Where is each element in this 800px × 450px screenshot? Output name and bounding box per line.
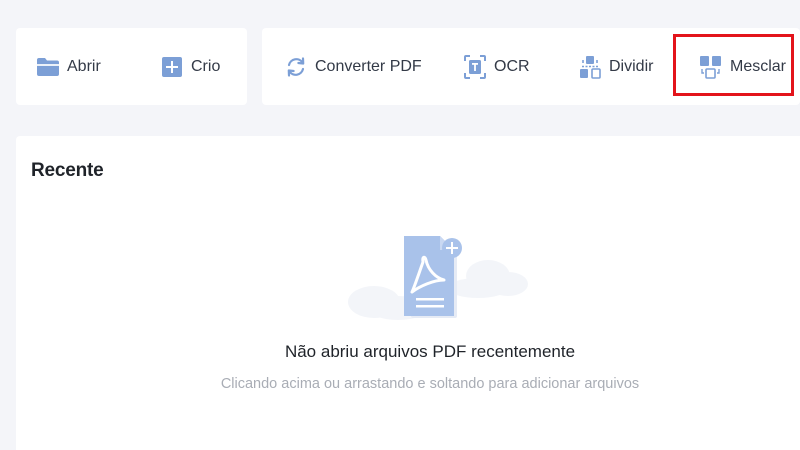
empty-state-hint: Clicando acima ou arrastando e soltando … [220, 376, 640, 392]
empty-state-title: Não abriu arquivos PDF recentemente [284, 342, 576, 361]
open-button[interactable]: Abrir [36, 28, 101, 105]
ocr-button[interactable]: OCR [463, 28, 530, 105]
create-button[interactable]: Crio [160, 28, 220, 105]
convert-pdf-button[interactable]: Converter PDF [284, 28, 422, 105]
create-label: Crio [191, 57, 221, 75]
plus-square-icon [160, 55, 184, 79]
ocr-label: OCR [494, 57, 530, 75]
open-label: Abrir [67, 57, 101, 75]
merge-button[interactable]: Mesclar [699, 28, 786, 105]
merge-icon [699, 55, 723, 79]
convert-arrows-icon [284, 55, 308, 79]
ocr-scan-icon [463, 54, 487, 79]
merge-label: Mesclar [730, 57, 787, 75]
split-label: Dividir [609, 57, 654, 75]
convert-pdf-label: Converter PDF [315, 57, 422, 75]
recent-title: Recente [31, 160, 104, 181]
split-button[interactable]: Dividir [578, 28, 653, 105]
split-icon [578, 55, 602, 79]
folder-icon [36, 55, 60, 79]
empty-pdf-document-icon [338, 232, 532, 324]
